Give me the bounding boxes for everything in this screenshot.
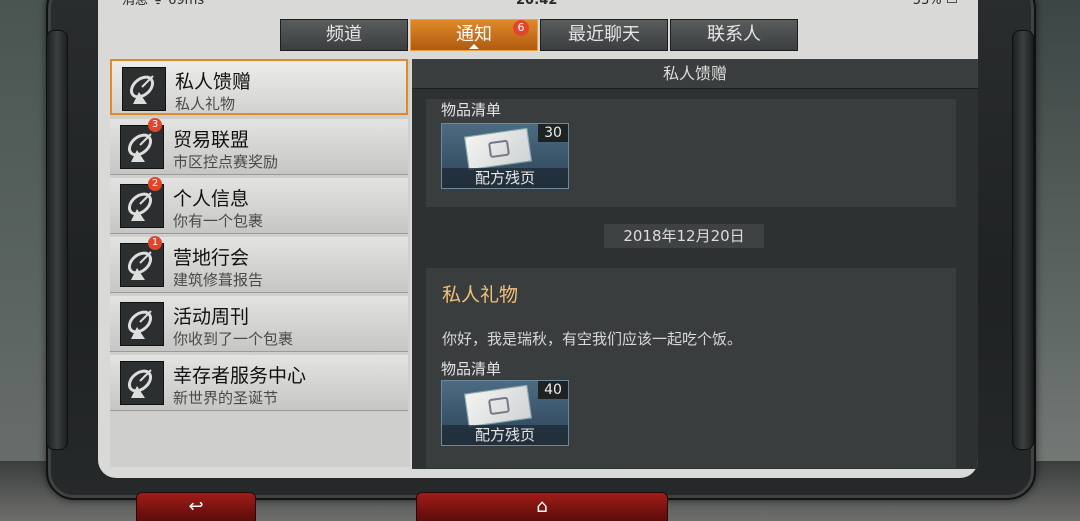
item-quantity: 40 [538, 381, 568, 399]
item-title: 私人馈赠 [175, 71, 252, 93]
item-title: 个人信息 [173, 188, 250, 210]
items-label: 物品清单 [441, 101, 502, 119]
recipe-page-icon [463, 384, 533, 428]
date-separator: 2018年12月20日 [604, 224, 764, 248]
mail-detail-panel: 私人馈赠 物品清单 30 配方残页 2018年12月20日 私人礼物 你好，我是… [412, 59, 978, 469]
item-slot[interactable]: 40 配方残页 [441, 380, 569, 446]
message-title: 私人礼物 [442, 284, 519, 306]
list-item[interactable]: 幸存者服务中心 新世界的圣诞节 [110, 355, 408, 411]
item-name: 配方残页 [442, 425, 568, 445]
attachment-card: 物品清单 30 配方残页 [426, 99, 956, 207]
item-slot[interactable]: 30 配方残页 [441, 123, 569, 189]
unread-count-badge: 1 [148, 236, 162, 250]
item-subtitle: 市区控点赛奖励 [173, 153, 279, 171]
tab-label: 联系人 [707, 24, 761, 45]
frame-left-rail [46, 30, 68, 450]
tab-bar: 频道 通知 6 最近聊天 联系人 [280, 19, 798, 51]
list-item[interactable]: 私人馈赠 私人礼物 [110, 59, 408, 115]
tab-label: 频道 [326, 24, 362, 45]
satellite-dish-icon [120, 243, 164, 287]
home-icon: ⌂ [536, 496, 548, 517]
tab-channel[interactable]: 频道 [280, 19, 408, 51]
active-tab-pointer-icon [469, 44, 479, 49]
back-arrow-icon: ↩ [188, 496, 204, 517]
list-item[interactable]: 2 个人信息 你有一个包裹 [110, 177, 408, 234]
items-label: 物品清单 [441, 360, 502, 378]
satellite-dish-icon [120, 302, 164, 346]
recipe-page-icon [463, 127, 533, 171]
unread-count-badge: 2 [148, 177, 162, 191]
item-name: 配方残页 [442, 168, 568, 188]
item-title: 贸易联盟 [173, 129, 250, 151]
detail-header: 私人馈赠 [412, 59, 978, 89]
item-quantity: 30 [538, 124, 568, 142]
satellite-dish-icon [120, 361, 164, 405]
item-subtitle: 你收到了一个包裹 [173, 330, 294, 348]
tab-notifications[interactable]: 通知 6 [410, 19, 538, 51]
unread-badge: 6 [513, 20, 529, 36]
message-body: 你好，我是瑞秋，有空我们应该一起吃个饭。 [442, 330, 743, 348]
clock: 20:42 [516, 0, 558, 8]
tab-label: 通知 [456, 24, 492, 45]
item-subtitle: 你有一个包裹 [173, 212, 264, 230]
device-screen: 消息 ᯤ 69ms 20:42 53% ▭ 频道 通知 6 最近聊天 联系人 私… [98, 0, 978, 478]
home-button[interactable]: ⌂ [416, 492, 668, 521]
unread-count-badge: 3 [148, 118, 162, 132]
list-item[interactable]: 1 营地行会 建筑修葺报告 [110, 236, 408, 293]
list-item[interactable]: 3 贸易联盟 市区控点赛奖励 [110, 118, 408, 175]
item-subtitle: 私人礼物 [175, 95, 236, 113]
item-title: 幸存者服务中心 [173, 365, 307, 387]
tab-recent-chats[interactable]: 最近聊天 [540, 19, 668, 51]
message-card: 私人礼物 你好，我是瑞秋，有空我们应该一起吃个饭。 物品清单 40 配方残页 [426, 268, 956, 468]
frame-right-rail [1012, 30, 1034, 450]
tab-contacts[interactable]: 联系人 [670, 19, 798, 51]
item-subtitle: 新世界的圣诞节 [173, 389, 279, 407]
satellite-dish-icon [120, 184, 164, 228]
satellite-dish-icon [122, 67, 166, 111]
item-title: 活动周刊 [173, 306, 250, 328]
item-title: 营地行会 [173, 247, 250, 269]
tab-label: 最近聊天 [568, 24, 640, 45]
battery-status: 53% ▭ [912, 0, 958, 8]
satellite-dish-icon [120, 125, 164, 169]
back-button[interactable]: ↩ [136, 492, 256, 521]
status-bar: 消息 ᯤ 69ms 20:42 53% ▭ [98, 0, 978, 14]
network-status: 消息 ᯤ 69ms [122, 0, 205, 8]
item-subtitle: 建筑修葺报告 [173, 271, 264, 289]
list-item[interactable]: 活动周刊 你收到了一个包裹 [110, 296, 408, 352]
mail-list: 私人馈赠 私人礼物 3 贸易联盟 市区控点赛奖励 2 个人信息 你有一个包裹 1… [110, 59, 410, 467]
